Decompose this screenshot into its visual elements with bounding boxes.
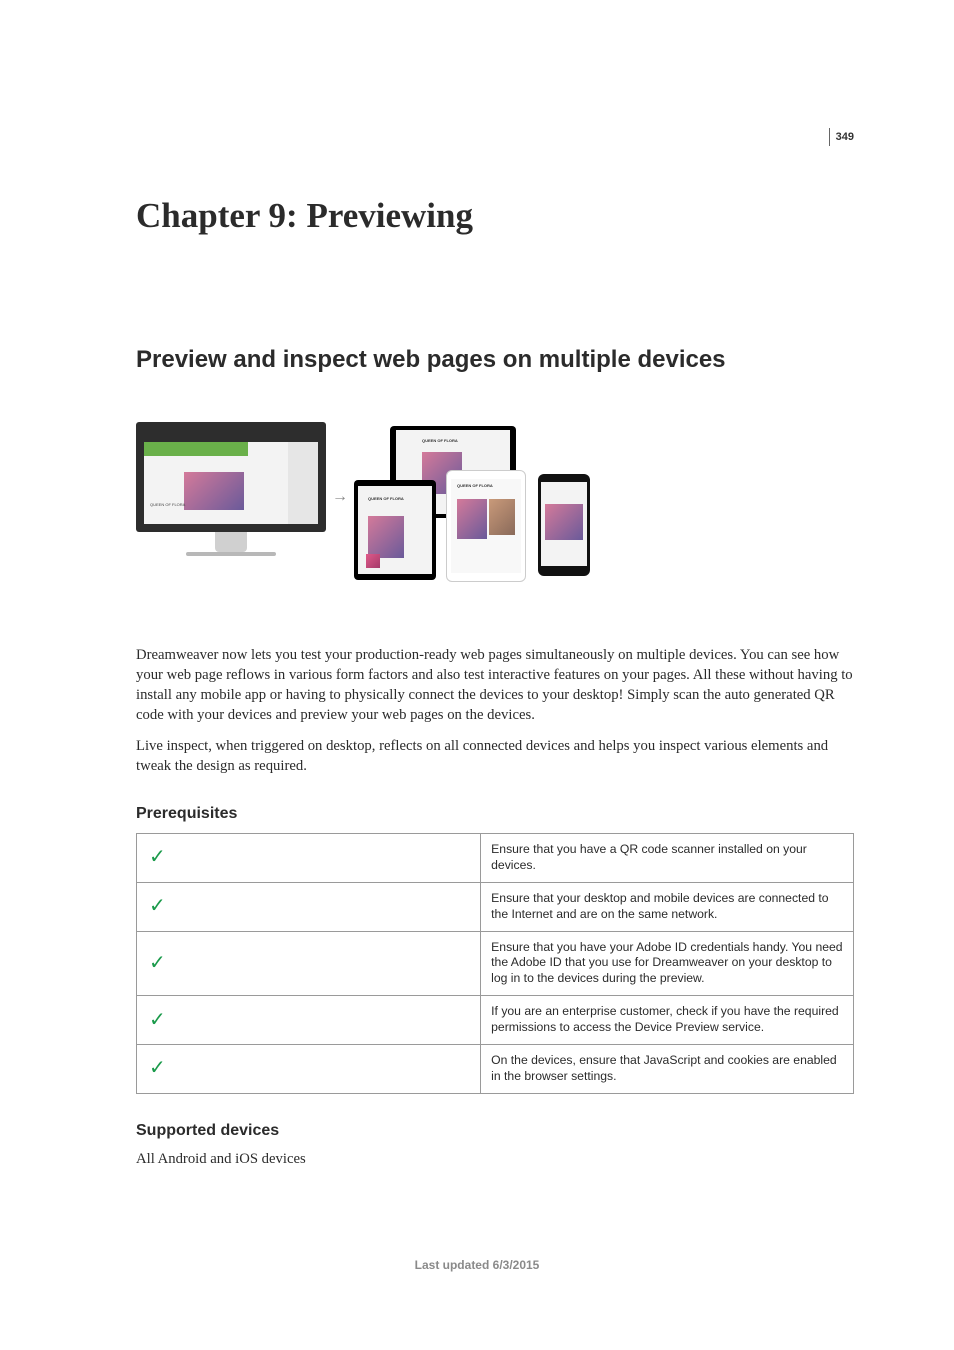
page-content: Chapter 9: Previewing Preview and inspec… [0,0,954,1169]
phone-graphic [538,474,590,576]
prereq-text: Ensure that you have your Adobe ID crede… [481,931,854,996]
supported-devices-heading: Supported devices [136,1122,854,1140]
footer-last-updated: Last updated 6/3/2015 [0,1258,954,1272]
tablet-portrait-graphic: QUEEN OF FLORA [354,480,436,580]
illustration-label: QUEEN OF FLORA [150,502,185,507]
prereq-text: Ensure that your desktop and mobile devi… [481,882,854,931]
intro-paragraph-2: Live inspect, when triggered on desktop,… [136,737,854,777]
illustration-label: QUEEN OF FLORA [422,438,458,443]
prerequisites-heading: Prerequisites [136,805,854,823]
check-icon: ✓ [147,846,166,868]
page-number-container: 349 [829,128,854,146]
check-icon: ✓ [147,952,166,974]
table-row: ✓ Ensure that you have your Adobe ID cre… [137,931,854,996]
section-title: Preview and inspect web pages on multipl… [136,346,854,374]
chapter-title: Chapter 9: Previewing [136,196,854,236]
desktop-monitor-graphic: QUEEN OF FLORA [136,422,326,562]
table-row: ✓ Ensure that you have a QR code scanner… [137,834,854,883]
tablet-white-graphic: QUEEN OF FLORA [446,470,526,582]
supported-devices-text: All Android and iOS devices [136,1150,854,1170]
device-preview-illustration: QUEEN OF FLORA → QUEEN OF FLORA QUEEN OF… [136,422,592,590]
table-row: ✓ Ensure that your desktop and mobile de… [137,882,854,931]
prerequisites-table: ✓ Ensure that you have a QR code scanner… [136,833,854,1093]
intro-paragraph-1: Dreamweaver now lets you test your produ… [136,646,854,725]
check-icon: ✓ [147,1057,166,1079]
table-row: ✓ If you are an enterprise customer, che… [137,996,854,1045]
arrow-right-icon: → [332,488,348,506]
page-number: 349 [836,131,854,143]
check-icon: ✓ [147,895,166,917]
prereq-text: If you are an enterprise customer, check… [481,996,854,1045]
check-icon: ✓ [147,1009,166,1031]
illustration-label: QUEEN OF FLORA [368,496,404,501]
prereq-text: On the devices, ensure that JavaScript a… [481,1044,854,1093]
table-row: ✓ On the devices, ensure that JavaScript… [137,1044,854,1093]
illustration-label: QUEEN OF FLORA [457,483,493,488]
devices-group-graphic: QUEEN OF FLORA QUEEN OF FLORA QUEEN OF F… [354,426,590,582]
prereq-text: Ensure that you have a QR code scanner i… [481,834,854,883]
